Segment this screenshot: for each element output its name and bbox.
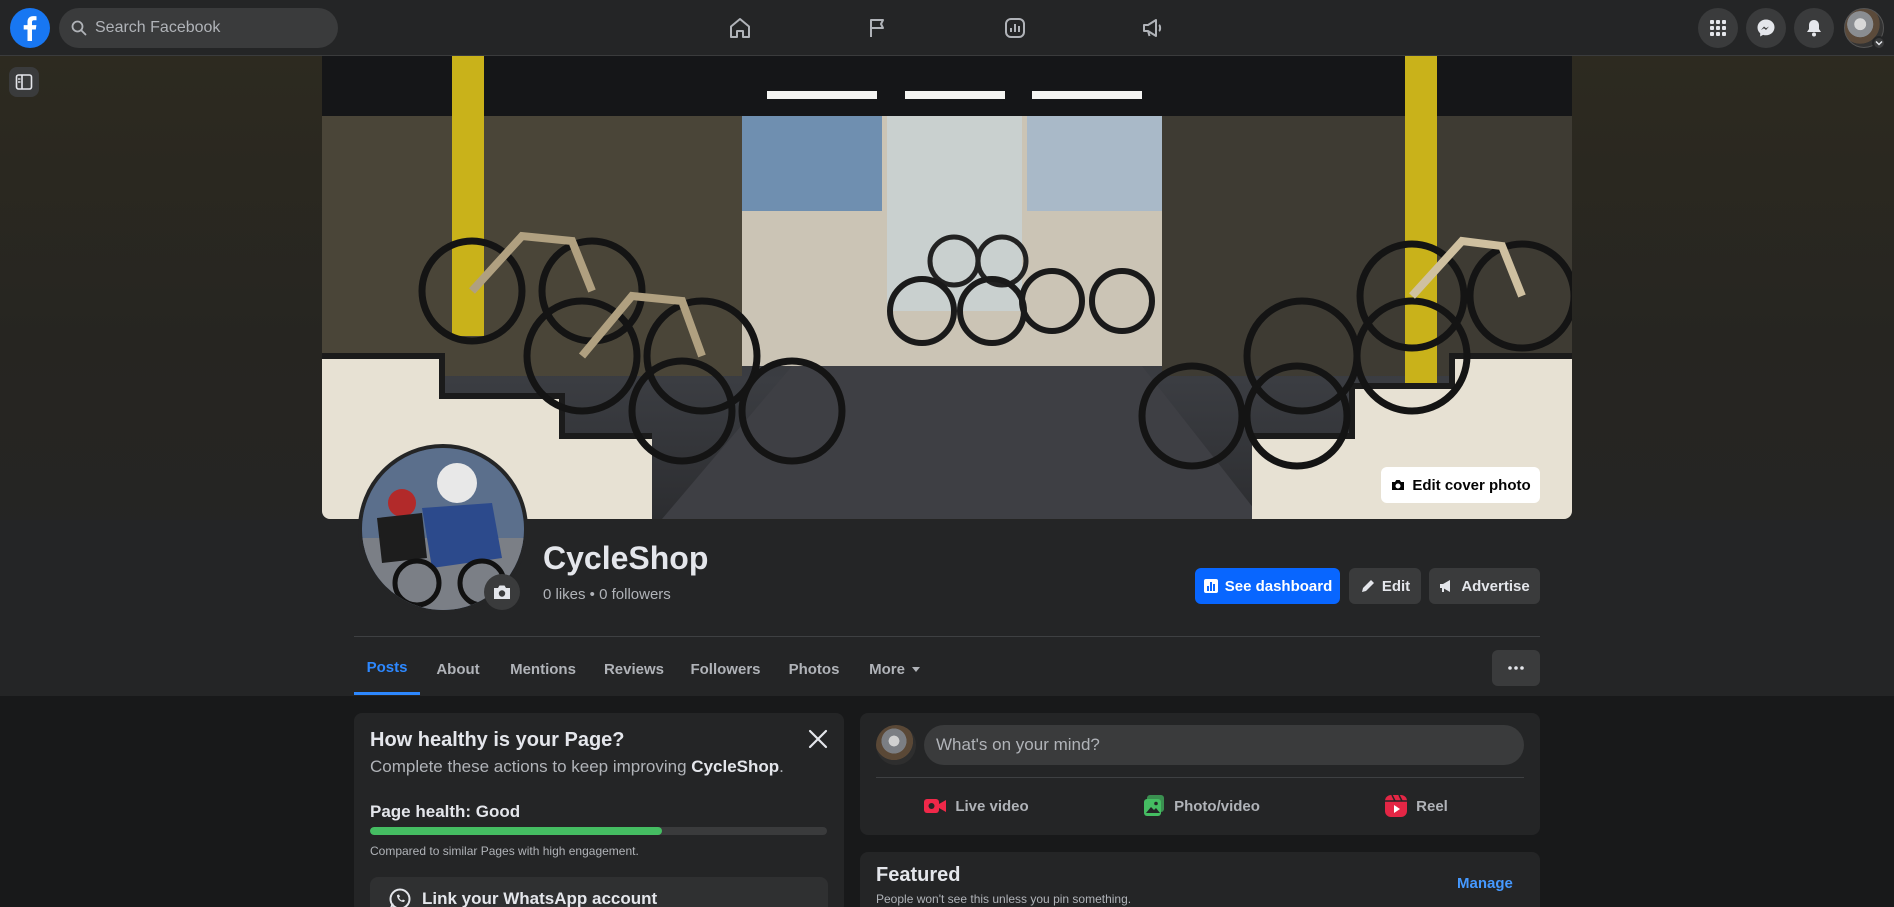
close-icon[interactable] xyxy=(806,727,830,751)
tab-more[interactable]: More xyxy=(860,643,930,695)
page-health-subtitle-text: Complete these actions to keep improving xyxy=(370,757,692,776)
insights-icon xyxy=(1203,578,1219,594)
tab-posts[interactable]: Posts xyxy=(354,643,420,695)
pencil-icon xyxy=(1360,578,1376,594)
tab-reviews[interactable]: Reviews xyxy=(597,643,671,695)
avatar[interactable] xyxy=(876,725,916,765)
page-stats[interactable]: 0 likes • 0 followers xyxy=(543,586,671,603)
photo-video-button[interactable]: Photo/video xyxy=(1138,786,1264,826)
page-health-card: How healthy is your Page? Complete these… xyxy=(354,713,844,907)
page-title: CycleShop xyxy=(543,540,709,576)
manage-featured-link[interactable]: Manage xyxy=(1457,875,1513,892)
page-health-subtitle: Complete these actions to keep improving… xyxy=(370,757,784,777)
edit-label: Edit xyxy=(1381,577,1411,595)
live-video-label: Live video xyxy=(955,797,1029,815)
edit-page-button[interactable]: Edit xyxy=(1349,568,1421,604)
page-header-panel xyxy=(0,520,1894,696)
post-composer-placeholder: What's on your mind? xyxy=(936,735,1100,754)
post-composer-card: What's on your mind? Live video Photo/vi… xyxy=(860,713,1540,835)
account-menu-chevron-icon[interactable] xyxy=(1872,36,1886,50)
post-composer-input[interactable]: What's on your mind? xyxy=(924,725,1524,765)
composer-divider xyxy=(876,777,1524,778)
page-health-note: Compared to similar Pages with high enga… xyxy=(370,844,639,858)
tab-more-label: More xyxy=(869,660,905,678)
tab-followers[interactable]: Followers xyxy=(683,643,768,695)
home-icon[interactable] xyxy=(712,8,768,48)
search-icon xyxy=(71,20,87,36)
tab-about[interactable]: About xyxy=(428,643,488,695)
see-dashboard-label: See dashboard xyxy=(1224,577,1333,595)
page-health-subtitle-end: . xyxy=(779,757,784,776)
insights-icon[interactable] xyxy=(987,8,1043,48)
megaphone-icon xyxy=(1439,578,1455,594)
more-options-button[interactable] xyxy=(1492,650,1540,686)
advertise-button[interactable]: Advertise xyxy=(1429,568,1540,604)
camera-icon xyxy=(492,582,512,602)
tab-followers-label: Followers xyxy=(690,660,761,678)
camera-icon xyxy=(1390,477,1406,493)
live-video-button[interactable]: Live video xyxy=(920,786,1032,826)
advertise-label: Advertise xyxy=(1461,577,1530,595)
page-health-progress-bar xyxy=(370,827,827,835)
grid-menu-icon[interactable] xyxy=(1698,8,1738,48)
cover-photo xyxy=(322,56,1572,519)
bell-icon[interactable] xyxy=(1794,8,1834,48)
flag-icon[interactable] xyxy=(850,8,906,48)
link-whatsapp-item[interactable]: Link your WhatsApp account xyxy=(370,877,828,907)
reel-label: Reel xyxy=(1416,797,1448,815)
featured-title: Featured xyxy=(876,864,961,886)
tab-photos[interactable]: Photos xyxy=(780,643,848,695)
header-divider xyxy=(354,636,1540,637)
search-bar[interactable] xyxy=(59,8,338,48)
top-navigation-bar xyxy=(0,0,1894,56)
tab-photos-label: Photos xyxy=(788,660,840,678)
page-health-subtitle-page: CycleShop xyxy=(691,757,780,776)
link-whatsapp-label: Link your WhatsApp account xyxy=(422,889,658,907)
featured-subtitle: People won't see this unless you pin som… xyxy=(876,892,1132,906)
ellipsis-icon xyxy=(1508,666,1524,670)
page-health-progress-fill xyxy=(370,827,663,835)
sidebar-toggle-icon[interactable] xyxy=(9,67,39,97)
messenger-icon[interactable] xyxy=(1746,8,1786,48)
page-health-title: How healthy is your Page? xyxy=(370,729,625,751)
tab-reviews-label: Reviews xyxy=(603,660,665,678)
edit-cover-photo-label: Edit cover photo xyxy=(1412,476,1531,494)
featured-card: Featured People won't see this unless yo… xyxy=(860,852,1540,907)
reel-button[interactable]: Reel xyxy=(1382,786,1450,826)
tab-mentions[interactable]: Mentions xyxy=(498,643,588,695)
tab-mentions-label: Mentions xyxy=(510,660,576,678)
reel-icon xyxy=(1384,794,1408,818)
tab-posts-label: Posts xyxy=(366,659,408,676)
edit-cover-photo-button[interactable]: Edit cover photo xyxy=(1381,467,1540,503)
photo-video-label: Photo/video xyxy=(1174,797,1260,815)
caret-down-icon xyxy=(911,664,921,674)
change-profile-picture-button[interactable] xyxy=(484,574,520,610)
tab-about-label: About xyxy=(436,660,480,678)
see-dashboard-button[interactable]: See dashboard xyxy=(1195,568,1340,604)
megaphone-icon[interactable] xyxy=(1125,8,1181,48)
search-input[interactable] xyxy=(95,19,315,37)
facebook-logo-icon[interactable] xyxy=(10,8,50,48)
whatsapp-icon xyxy=(388,887,412,907)
photo-video-icon xyxy=(1142,794,1166,818)
page-health-status: Page health: Good xyxy=(370,802,521,821)
live-video-icon xyxy=(923,794,947,818)
